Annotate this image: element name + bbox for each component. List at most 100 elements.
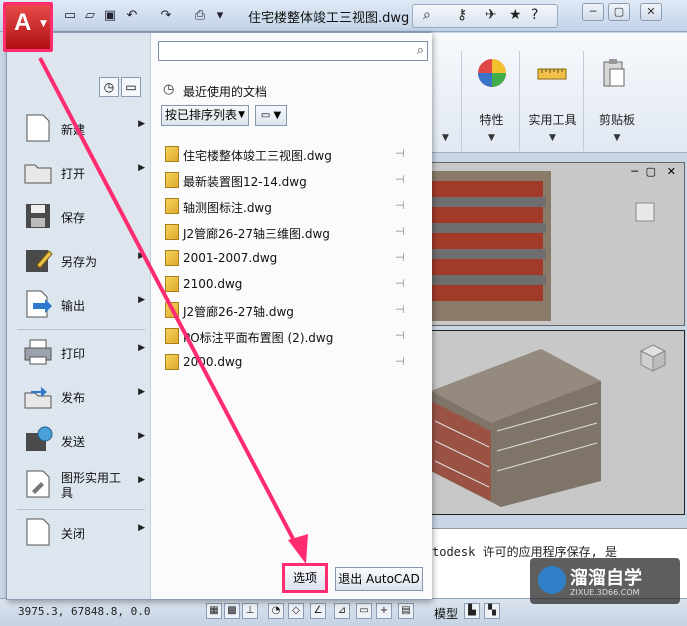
open-icon[interactable]: ▱ (82, 8, 98, 24)
recent-file-row[interactable]: 最新装置图12-14.dwg ⊣ (163, 169, 413, 191)
ribbon-group-utilities[interactable]: 实用工具 ▼ (522, 51, 584, 151)
ribbon-group-clipboard[interactable]: 剪贴板 ▼ (586, 51, 648, 151)
pin-icon[interactable]: ⊣ (395, 329, 405, 342)
polar-icon[interactable]: ◔ (268, 603, 284, 619)
recent-view-clock-icon[interactable]: ◷ (99, 77, 119, 97)
options-button[interactable]: 选项 (282, 563, 328, 593)
menu-item-print[interactable]: 打印 ▶ (17, 333, 145, 373)
star-icon[interactable]: ★ (509, 7, 522, 23)
pin-icon[interactable]: ⊣ (395, 147, 405, 160)
plot-icon[interactable]: ⎙ (192, 8, 208, 24)
dyn-icon[interactable]: ▭ (356, 603, 372, 619)
folder-open-icon (24, 164, 52, 184)
dwg-file-icon (165, 146, 179, 162)
recent-file-row[interactable]: 2100.dwg ⊣ (163, 273, 413, 295)
title-bar: ▭ ▱ ▣ ↶ ↷ ⎙ ▾ 住宅楼整体竣工三视图.dwg ⌕ ⚷ ✈ ★ ? ─… (0, 0, 687, 32)
publish-icon (24, 387, 52, 409)
infocenter-toolbar: ⌕ ⚷ ✈ ★ ? (412, 4, 558, 28)
snap-icon[interactable]: ▦ (206, 603, 222, 619)
chevron-down-icon: ▼ (549, 133, 556, 143)
pin-icon[interactable]: ⊣ (395, 173, 405, 186)
chevron-right-icon: ▶ (138, 475, 145, 485)
recent-file-name: J2管廊26-27轴.dwg (183, 305, 294, 319)
redo-icon[interactable]: ↷ (158, 8, 174, 24)
menu-separator (17, 329, 145, 330)
recent-file-row[interactable]: 轴测图标注.dwg ⊣ (163, 195, 413, 217)
pin-icon[interactable]: ⊣ (395, 199, 405, 212)
printer-icon (24, 339, 52, 365)
pin-icon[interactable]: ⊣ (395, 225, 405, 238)
viewport-3d[interactable] (430, 330, 685, 515)
new-icon[interactable]: ▭ (62, 8, 78, 24)
restore-button[interactable]: ▢ (608, 3, 630, 21)
menu-label-drawing-utilities: 图形实用工具 (61, 471, 122, 500)
menu-item-export[interactable]: 输出 ▶ (17, 285, 145, 325)
menu-item-publish[interactable]: 发布 ▶ (17, 377, 145, 417)
menu-item-close[interactable]: 关闭 ▶ (17, 513, 145, 553)
binoculars-icon[interactable]: ⌕ (423, 7, 431, 23)
sort-order-dropdown[interactable]: 按已排序列表 ▼ (161, 105, 249, 126)
recent-file-row[interactable]: 2000.dwg ⊣ (163, 351, 413, 373)
lineweight-icon[interactable]: + (376, 603, 392, 619)
icon-size-dropdown[interactable]: ▭ ▼ (255, 105, 287, 126)
open-docs-view-icon[interactable]: ▭ (121, 77, 141, 97)
save-icon (26, 204, 50, 228)
menu-item-new[interactable]: 新建 ▶ (17, 109, 145, 149)
recent-file-row[interactable]: J2管廊26-27轴三维图.dwg ⊣ (163, 221, 413, 243)
layout-icon[interactable]: ▙ (464, 603, 480, 619)
ribbon: 特性 ▼ 实用工具 ▼ 剪贴板 ▼ ▼ (430, 33, 687, 153)
dwg-file-icon (165, 250, 179, 266)
menu-label-publish: 发布 (61, 391, 86, 405)
close-button[interactable]: ✕ (640, 3, 662, 21)
pin-icon[interactable]: ⊣ (395, 277, 405, 290)
ribbon-label-utilities: 实用工具 (528, 113, 577, 127)
undo-icon[interactable]: ↶ (124, 8, 140, 24)
application-button[interactable]: A ▼ (3, 2, 53, 52)
menu-item-save-as[interactable]: 另存为 ▶ (17, 241, 145, 281)
recent-file-name: J2管廊26-27轴三维图.dwg (183, 227, 330, 241)
ribbon-group-partial[interactable]: ▼ (430, 51, 462, 151)
recent-file-row[interactable]: J2管廊26-27轴.dwg ⊣ (163, 299, 413, 321)
chevron-down-icon: ▼ (613, 133, 621, 143)
key-icon[interactable]: ⚷ (457, 7, 467, 23)
menu-item-drawing-utilities[interactable]: 图形实用工具 ▶ (17, 465, 145, 505)
menu-separator (17, 509, 145, 510)
viewport-elevation[interactable]: ─ ▢ ✕ (430, 162, 685, 326)
menu-item-send[interactable]: 发送 ▶ (17, 421, 145, 461)
ribbon-group-properties[interactable]: 特性 ▼ (464, 51, 520, 151)
menu-item-open[interactable]: 打开 ▶ (17, 153, 145, 193)
menu-item-save[interactable]: 保存 (17, 197, 145, 237)
chevron-down-icon[interactable]: ▾ (212, 8, 228, 24)
close-viewport-icon[interactable]: ✕ (667, 165, 676, 178)
pin-icon[interactable]: ⊣ (395, 303, 405, 316)
layout2-icon[interactable]: ▚ (484, 603, 500, 619)
grid-icon[interactable]: ▩ (224, 603, 240, 619)
model-tab[interactable]: 模型 (434, 605, 458, 622)
recent-file-row[interactable]: 住宅楼整体竣工三视图.dwg ⊣ (163, 143, 413, 165)
recent-file-row[interactable]: 2001-2007.dwg ⊣ (163, 247, 413, 269)
osnap-icon[interactable]: ◇ (288, 603, 304, 619)
ortho-icon[interactable]: ⊥ (242, 603, 258, 619)
minimize-button[interactable]: ─ (582, 3, 604, 21)
pin-icon[interactable]: ⊣ (395, 355, 405, 368)
send-icon (26, 426, 53, 451)
recent-file-row[interactable]: PO标注平面布置图 (2).dwg ⊣ (163, 325, 413, 347)
satellite-icon[interactable]: ✈ (485, 7, 497, 23)
help-icon[interactable]: ? (531, 7, 538, 23)
dwg-file-icon (165, 224, 179, 240)
menu-label-open: 打开 (61, 167, 86, 181)
search-icon[interactable]: ⌕ (417, 43, 424, 58)
drawing-utilities-icon (26, 470, 50, 498)
save-icon[interactable]: ▣ (102, 8, 118, 24)
restore-viewport-icon[interactable]: ▢ (646, 165, 656, 178)
exit-autocad-button[interactable]: 退出 AutoCAD (335, 567, 423, 591)
otrack-icon[interactable]: ∠ (310, 603, 326, 619)
sort-order-value: 按已排序列表 (165, 108, 238, 122)
pin-icon[interactable]: ⊣ (395, 251, 405, 264)
new-doc-icon (26, 114, 50, 142)
search-input[interactable]: ⌕ (158, 41, 428, 61)
ducs-icon[interactable]: ⊿ (334, 603, 350, 619)
qp-icon[interactable]: ▤ (398, 603, 414, 619)
clock-icon: ◷ (163, 82, 175, 97)
minimize-viewport-icon[interactable]: ─ (631, 165, 638, 178)
